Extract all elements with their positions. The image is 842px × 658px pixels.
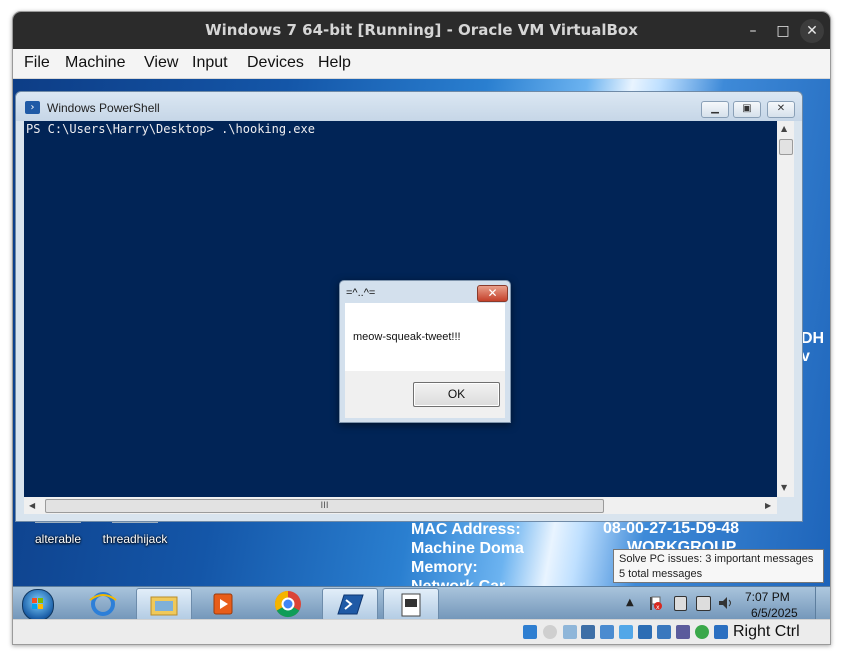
menu-help[interactable]: Help — [318, 54, 351, 72]
network-icon[interactable] — [696, 596, 711, 611]
internet-explorer-icon — [89, 592, 117, 616]
audio-icon[interactable] — [563, 625, 577, 639]
mouse-integration-icon[interactable] — [714, 625, 728, 639]
taskbar-hooking-app[interactable] — [383, 588, 439, 619]
ok-button[interactable]: OK — [413, 382, 500, 407]
sysinfo-line: MAC Address: — [411, 521, 521, 538]
vertical-scrollbar[interactable]: ▲ ▼ — [777, 121, 794, 497]
media-player-icon — [213, 593, 233, 615]
menu-machine[interactable]: Machine — [65, 54, 125, 72]
taskbar: ▲ x 7:07 PM 6/5/2025 — [13, 586, 830, 619]
display-icon[interactable] — [638, 625, 652, 639]
action-center-tooltip: Solve PC issues: 3 important messages 5 … — [613, 549, 824, 583]
virtualization-icon[interactable] — [695, 625, 709, 639]
folder-icon — [150, 596, 178, 616]
system-info-labels: MAC Address: Machine Doma Memory: Networ… — [411, 520, 524, 587]
ps-close-button[interactable]: ✕ — [767, 101, 795, 118]
taskbar-chrome[interactable] — [261, 588, 315, 619]
svg-text:x: x — [656, 604, 660, 611]
horizontal-scroll-thumb[interactable]: III — [45, 499, 604, 513]
guest-screen[interactable]: DH v MAC Address: Machine Doma Memory: N… — [13, 79, 830, 619]
sysinfo-line: Machine Doma — [411, 540, 524, 557]
message-box-body: meow-squeak-tweet!!! — [345, 303, 505, 371]
powershell-taskbar-icon — [337, 594, 364, 615]
menu-file[interactable]: File — [24, 54, 50, 72]
ps-maximize-button[interactable]: ▣ — [733, 101, 761, 118]
taskbar-file-explorer[interactable] — [136, 588, 192, 619]
taskbar-powershell[interactable] — [322, 588, 378, 619]
desktop-info-fragment: DH v — [801, 330, 825, 365]
scroll-up-icon[interactable]: ▲ — [781, 124, 787, 133]
clock-time[interactable]: 7:07 PM — [745, 590, 790, 604]
window-title: Windows 7 64-bit [Running] - Oracle VM V… — [205, 21, 638, 39]
hard-disk-icon[interactable] — [523, 625, 537, 639]
taskbar-media-player[interactable] — [197, 588, 251, 619]
scroll-right-icon[interactable]: ▶ — [765, 501, 771, 510]
battery-icon[interactable] — [674, 596, 687, 611]
horizontal-scrollbar[interactable]: ◀ III ▶ — [24, 497, 777, 514]
tooltip-line: 5 total messages — [619, 568, 703, 580]
network-adapter-icon[interactable] — [581, 625, 595, 639]
shared-folders-icon[interactable] — [619, 625, 633, 639]
optical-drive-icon[interactable] — [543, 625, 557, 639]
vbox-statusbar: Right Ctrl — [13, 619, 830, 644]
powershell-titlebar[interactable]: › Windows PowerShell ▁ ▣ ✕ — [16, 92, 802, 121]
message-box[interactable]: =^..^= ✕ meow-squeak-tweet!!! OK — [339, 280, 511, 423]
vertical-scroll-thumb[interactable] — [779, 139, 793, 155]
show-hidden-icons-button[interactable]: ▲ — [626, 597, 634, 608]
minimize-button[interactable]: – — [741, 19, 765, 43]
windows-logo-icon — [32, 598, 43, 609]
console-prompt-line: PS C:\Users\Harry\Desktop> .\hooking.exe — [26, 122, 315, 136]
menubar: File Machine View Input Devices Help — [13, 49, 830, 79]
cpu-icon[interactable] — [676, 625, 690, 639]
close-button[interactable]: ✕ — [800, 19, 824, 43]
vbox-titlebar[interactable]: Windows 7 64-bit [Running] - Oracle VM V… — [13, 12, 830, 49]
menu-view[interactable]: View — [144, 54, 178, 72]
usb-icon[interactable] — [600, 625, 614, 639]
tooltip-line: Solve PC issues: 3 important messages — [619, 553, 814, 565]
mac-address-value: 08-00-27-15-D9-48 — [603, 520, 740, 537]
sysinfo-line: Memory: — [411, 559, 478, 576]
message-text: meow-squeak-tweet!!! — [353, 331, 461, 343]
taskbar-internet-explorer[interactable] — [76, 588, 130, 619]
menu-devices[interactable]: Devices — [247, 54, 304, 72]
scroll-down-icon[interactable]: ▼ — [781, 483, 787, 492]
clock-date[interactable]: 6/5/2025 — [751, 606, 798, 619]
message-box-close-button[interactable]: ✕ — [477, 285, 508, 302]
virtualbox-window: Windows 7 64-bit [Running] - Oracle VM V… — [12, 11, 831, 645]
scroll-left-icon[interactable]: ◀ — [29, 501, 35, 510]
application-icon — [401, 593, 421, 617]
chrome-icon — [274, 590, 301, 618]
action-center-flag-icon[interactable]: x — [647, 595, 663, 611]
message-box-title: =^..^= — [346, 287, 376, 299]
menu-input[interactable]: Input — [192, 54, 228, 72]
ps-minimize-button[interactable]: ▁ — [701, 101, 729, 118]
start-button[interactable] — [22, 589, 54, 619]
message-box-footer: OK — [345, 371, 505, 418]
volume-icon[interactable] — [718, 596, 734, 610]
maximize-button[interactable]: □ — [771, 19, 795, 43]
desktop-icon-label: threadhijack — [102, 532, 168, 546]
powershell-title: Windows PowerShell — [47, 101, 160, 115]
show-desktop-button[interactable] — [815, 587, 830, 619]
powershell-icon: › — [25, 101, 40, 114]
recording-icon[interactable] — [657, 625, 671, 639]
host-key-label: Right Ctrl — [733, 623, 800, 640]
